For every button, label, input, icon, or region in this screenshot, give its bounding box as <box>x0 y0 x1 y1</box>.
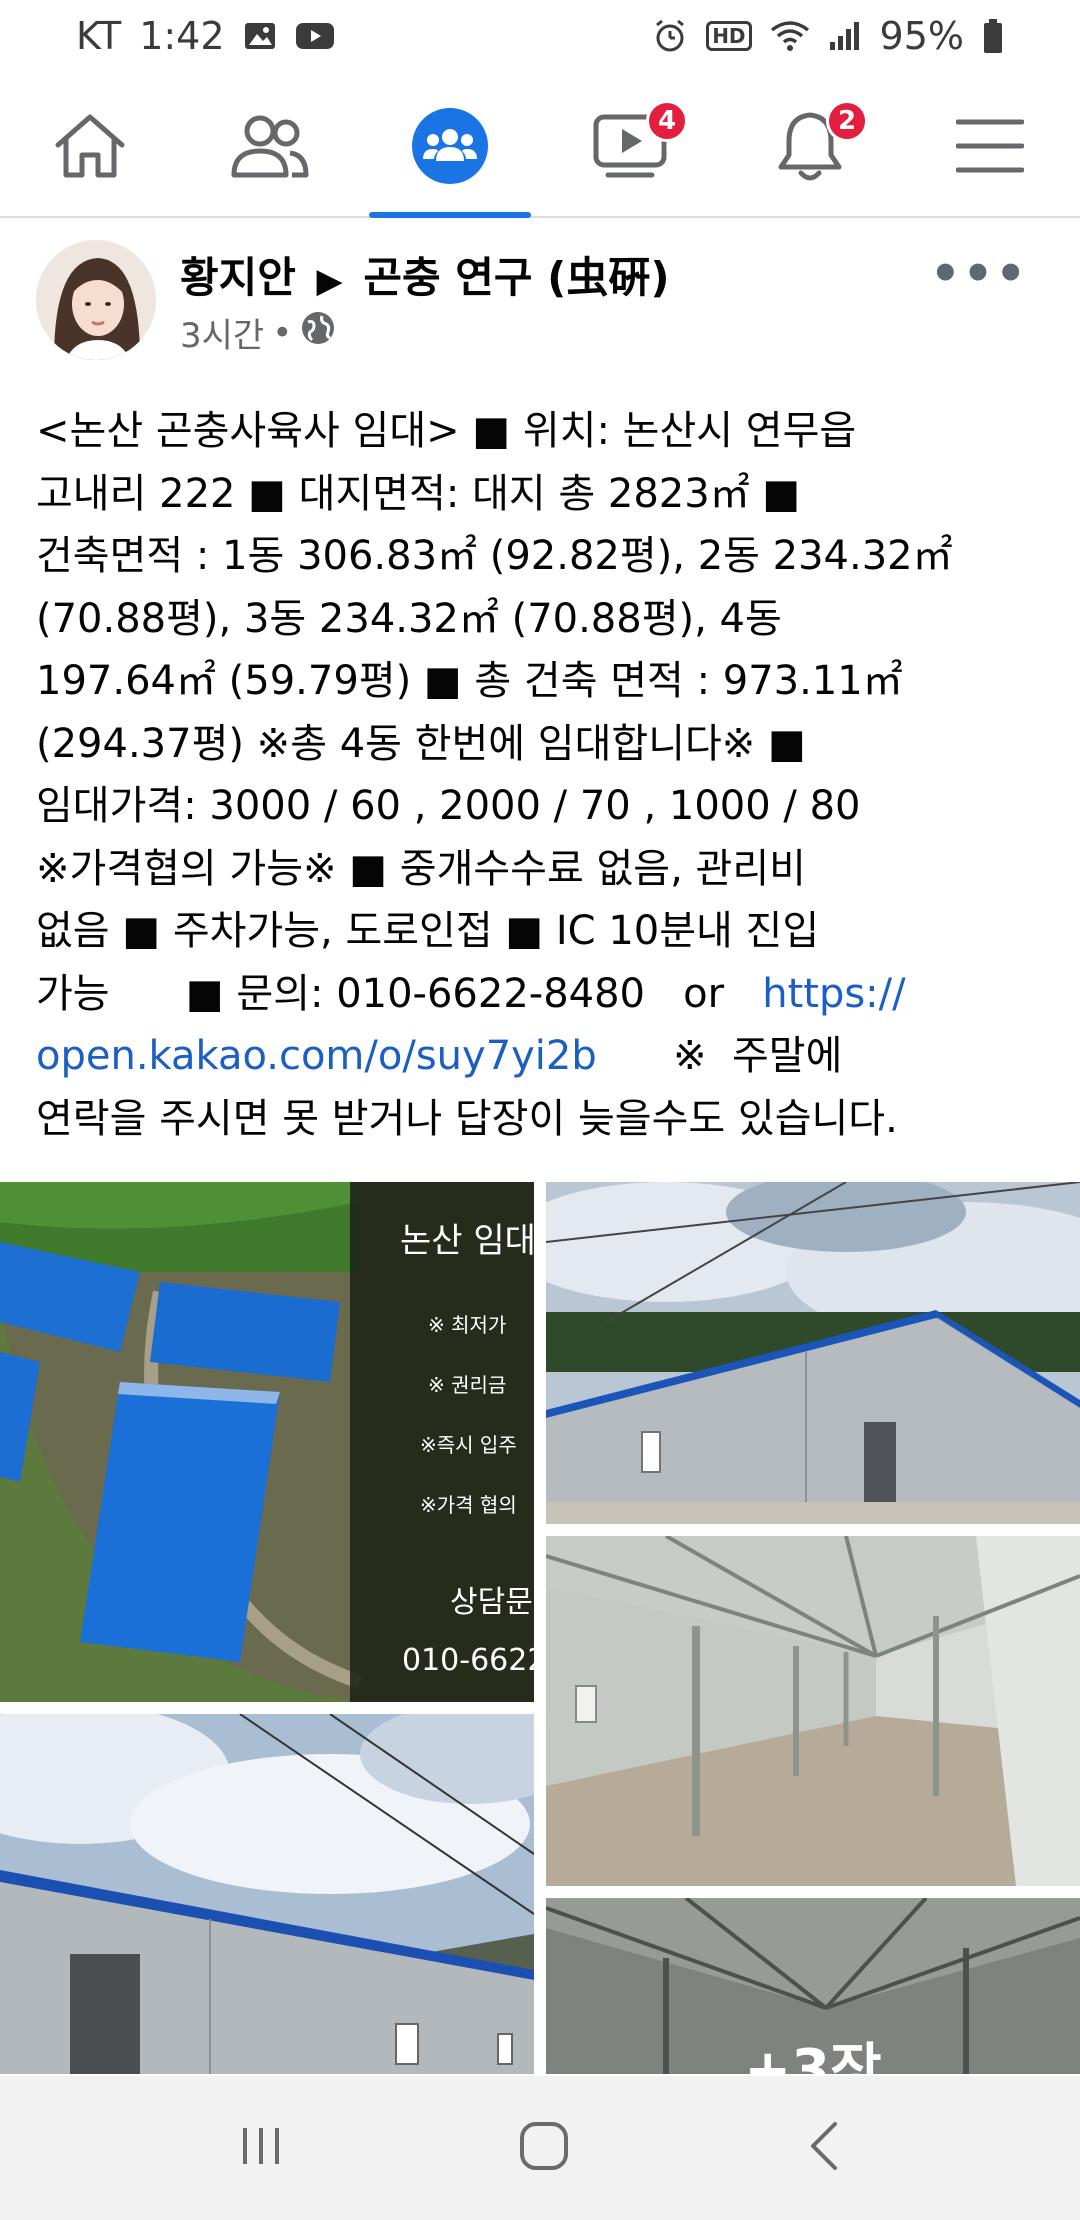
nav-tab-home[interactable] <box>0 80 180 216</box>
more-photos-count: +3장 <box>744 2038 882 2074</box>
globe-icon <box>300 310 336 355</box>
post-text-line: 연락을 주시면 못 받거나 답장이 늦을수도 있습니다. <box>36 1095 898 1142</box>
post-text-line-contact: 가능 ■ 문의: 010-6622-8480 or https:// <box>36 963 1046 1026</box>
post-text-line: 임대가격: 3000 / 60 , 2000 / 70 , 1000 / 80 <box>36 783 861 829</box>
post-text-line: (70.88평), 3동 234.32㎡ (70.88평), 4동 <box>36 595 782 642</box>
post-text-line: 고내리 222 ■ 대지면적: 대지 총 2823㎡ ■ <box>36 470 801 517</box>
post-text: <논산 곤충사육사 임대> ■ 위치: 논산시 연무읍 고내리 222 ■ 대지… <box>36 400 1046 1150</box>
group-name[interactable]: 곤충 연구 (虫硏) <box>363 253 669 302</box>
contact-text: 가능 ■ 문의: 010-6622-8480 or <box>36 970 763 1017</box>
hamburger-menu-icon <box>955 118 1025 178</box>
kakao-link-part2[interactable]: open.kakao.com/o/suy7yi2b <box>36 1033 597 1079</box>
groups-icon <box>411 107 489 189</box>
avatar[interactable] <box>36 240 156 360</box>
sign-item: ※ 최저가 <box>428 1313 506 1337</box>
system-nav-bar <box>0 2076 1080 2220</box>
post-text-line: 없음 ■ 주차가능, 도로인접 ■ IC 10분내 진입 <box>36 908 820 954</box>
post-header: 황지안 ▶ 곤충 연구 (虫硏) 3시간 • ••• <box>0 232 1080 382</box>
back-button[interactable] <box>803 2120 843 2176</box>
sign-title: 논산 임대 <box>400 1221 534 1261</box>
nav-tab-groups[interactable] <box>360 80 540 216</box>
post-author-line: 황지안 ▶ 곤충 연구 (虫硏) <box>180 244 670 305</box>
wifi-icon <box>770 20 810 52</box>
photo-building-side[interactable] <box>0 1714 534 2074</box>
recent-apps-button[interactable] <box>237 2122 285 2174</box>
kakao-link-part1[interactable]: https:// <box>762 971 905 1017</box>
sign-item: ※즉시 입주 <box>420 1433 517 1457</box>
watch-badge: 4 <box>646 100 688 142</box>
photo-interior[interactable] <box>546 1536 1080 1886</box>
gallery-icon <box>243 21 277 51</box>
battery-percent: 95% <box>879 14 964 58</box>
post-text-line: 197.64㎡ (59.79평) ■ 총 건축 면적 : 973.11㎡ <box>36 658 903 704</box>
more-options-button[interactable]: ••• <box>930 246 1028 302</box>
photo-grid: 논산 임대 ※ 최저가 ※ 권리금 ※즉시 입주 ※가격 협의 상담문 010-… <box>0 1182 1080 2074</box>
alarm-icon <box>652 18 688 54</box>
friends-icon <box>230 113 310 183</box>
arrow-right-icon: ▶ <box>316 261 343 301</box>
top-nav-bar: 4 2 <box>0 80 1080 218</box>
battery-icon <box>982 18 1004 54</box>
status-bar: KT 1:42 HD 95% <box>0 0 1080 72</box>
post-time[interactable]: 3시간 <box>180 308 264 357</box>
photo-more-overlay[interactable]: +3장 <box>546 1898 1080 2074</box>
sign-phone: 010-6622 <box>402 1643 534 1678</box>
notifications-badge: 2 <box>826 100 868 142</box>
nav-tab-friends[interactable] <box>180 80 360 216</box>
home-button[interactable] <box>518 2120 570 2176</box>
post-text-line-link: open.kakao.com/o/suy7yi2b ※ 주말에 <box>36 1025 1046 1088</box>
status-right: HD 95% <box>652 14 1004 58</box>
clock: 1:42 <box>139 14 225 58</box>
photo-building-exterior[interactable] <box>546 1182 1080 1524</box>
author-name[interactable]: 황지안 <box>180 253 296 302</box>
post-text-line: <논산 곤충사육사 임대> ■ 위치: 논산시 연무읍 <box>36 408 857 454</box>
status-left: KT 1:42 <box>76 14 335 58</box>
post-text-line: 건축면적 : 1동 306.83㎡ (92.82평), 2동 234.32㎡ <box>36 533 953 579</box>
signal-icon <box>828 20 862 52</box>
sign-contact: 상담문 <box>450 1585 533 1620</box>
weekend-note: ※ 주말에 <box>596 1033 843 1079</box>
sign-item: ※가격 협의 <box>420 1493 517 1517</box>
nav-tab-notifications[interactable]: 2 <box>720 80 900 216</box>
post-meta: 3시간 • <box>180 308 336 357</box>
post-text-line: (294.37평) ※총 4동 한번에 임대합니다※ ■ <box>36 720 806 767</box>
meta-separator: • <box>272 312 293 353</box>
hd-voice-icon: HD <box>706 21 752 51</box>
post-text-line: ※가격협의 가능※ ■ 중개수수료 없음, 관리비 <box>36 845 806 892</box>
youtube-icon <box>295 21 335 51</box>
photo-aerial-sign[interactable]: 논산 임대 ※ 최저가 ※ 권리금 ※즉시 입주 ※가격 협의 상담문 010-… <box>0 1182 534 1702</box>
nav-tab-menu[interactable] <box>900 80 1080 216</box>
home-icon <box>52 111 128 185</box>
nav-tab-watch[interactable]: 4 <box>540 80 720 216</box>
sign-item: ※ 권리금 <box>428 1373 506 1397</box>
carrier-label: KT <box>76 14 122 58</box>
